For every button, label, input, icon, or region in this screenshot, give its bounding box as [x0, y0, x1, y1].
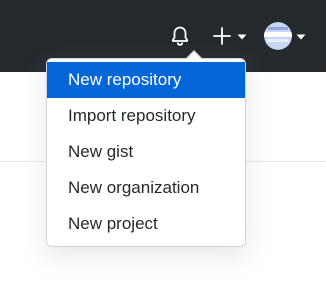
plus-icon [213, 27, 231, 45]
caret-down-icon [237, 34, 247, 40]
menu-item-import-repository[interactable]: Import repository [47, 98, 245, 134]
caret-down-icon [296, 34, 306, 40]
create-new-button[interactable] [210, 24, 250, 48]
avatar [264, 22, 292, 50]
dropdown-caret-fill [187, 52, 201, 59]
bell-icon [171, 26, 189, 46]
create-new-dropdown-menu: New repository Import repository New gis… [46, 58, 246, 247]
menu-item-new-gist[interactable]: New gist [47, 134, 245, 170]
menu-item-new-organization[interactable]: New organization [47, 170, 245, 206]
notifications-button[interactable] [168, 24, 192, 48]
menu-item-new-project[interactable]: New project [47, 206, 245, 242]
menu-item-new-repository[interactable]: New repository [47, 62, 245, 98]
user-menu-button[interactable] [264, 20, 316, 52]
